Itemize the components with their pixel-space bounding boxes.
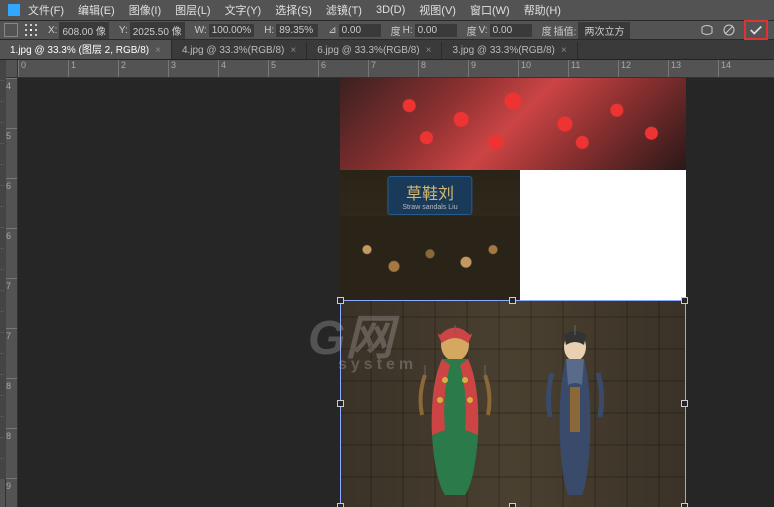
warp-mode-icon[interactable] (700, 23, 714, 37)
y-input[interactable]: 2025.50 像 (130, 22, 185, 39)
document-tab[interactable]: 4.jpg @ 33.3%(RGB/8) × (172, 42, 307, 59)
h-input[interactable]: 89.35% (276, 24, 318, 37)
document-tab-bar: 1.jpg @ 33.3% (图层 2, RGB/8) × 4.jpg @ 33.… (0, 40, 774, 60)
tab-label: 3.jpg @ 33.3%(RGB/8) (452, 45, 554, 56)
vskew-label: V: (479, 25, 488, 36)
image-lanterns (340, 78, 686, 170)
x-input[interactable]: 608.00 像 (59, 22, 108, 39)
image-blank-white (520, 170, 686, 300)
tab-label: 1.jpg @ 33.3% (图层 2, RGB/8) (10, 45, 149, 56)
interp-select[interactable]: 两次立方 (578, 22, 630, 39)
menu-edit[interactable]: 编辑(E) (78, 2, 115, 18)
menu-bar: 文件(F) 编辑(E) 图像(I) 图层(L) 文字(Y) 选择(S) 滤镜(T… (0, 0, 774, 20)
commit-transform-icon[interactable] (749, 23, 763, 37)
active-tool-icon[interactable] (4, 23, 18, 37)
w-input[interactable]: 100.00% (209, 24, 254, 37)
vskew-unit: 度 (542, 23, 552, 38)
close-tab-icon[interactable]: × (155, 45, 161, 56)
menu-view[interactable]: 视图(V) (419, 2, 456, 18)
hskew-input[interactable]: 0.00 (415, 24, 457, 37)
close-tab-icon[interactable]: × (290, 45, 296, 56)
app-icon (8, 4, 20, 16)
menu-help[interactable]: 帮助(H) (524, 2, 561, 18)
shop-sign-en: Straw sandals Liu (402, 204, 457, 211)
h-label: H: (264, 25, 274, 36)
menu-window[interactable]: 窗口(W) (470, 2, 510, 18)
menu-select[interactable]: 选择(S) (275, 2, 312, 18)
artboard: 草鞋刘 Straw sandals Liu (340, 78, 686, 507)
commit-transform-highlight (744, 20, 768, 40)
image-shop: 草鞋刘 Straw sandals Liu (340, 170, 520, 300)
menu-type[interactable]: 文字(Y) (225, 2, 262, 18)
cancel-transform-icon[interactable] (722, 23, 736, 37)
document-tab[interactable]: 6.jpg @ 33.3%(RGB/8) × (307, 42, 442, 59)
image-puppets (340, 300, 686, 507)
tab-label: 6.jpg @ 33.3%(RGB/8) (317, 45, 419, 56)
x-label: X: (48, 25, 57, 36)
vskew-input[interactable]: 0.00 (490, 24, 532, 37)
w-label: W: (195, 25, 207, 36)
close-tab-icon[interactable]: × (426, 45, 432, 56)
hskew-label: H: (403, 25, 413, 36)
angle-label: ⊿ (328, 25, 336, 36)
angle-unit: 度 (391, 23, 401, 38)
document-tab[interactable]: 3.jpg @ 33.3%(RGB/8) × (442, 42, 577, 59)
menu-3d[interactable]: 3D(D) (376, 4, 405, 16)
reference-point-icon[interactable] (24, 23, 38, 37)
y-label: Y: (119, 25, 128, 36)
menu-file[interactable]: 文件(F) (28, 2, 64, 18)
tools-panel[interactable] (0, 60, 6, 507)
interp-label: 插值: (554, 23, 577, 38)
options-bar: X: 608.00 像 Y: 2025.50 像 W: 100.00% H: 8… (0, 20, 774, 40)
menu-layer[interactable]: 图层(L) (175, 2, 210, 18)
tab-label: 4.jpg @ 33.3%(RGB/8) (182, 45, 284, 56)
canvas[interactable]: 草鞋刘 Straw sandals Liu (18, 78, 774, 507)
puppet-left (410, 325, 500, 500)
hskew-unit: 度 (467, 23, 477, 38)
shop-sign: 草鞋刘 Straw sandals Liu (387, 176, 472, 215)
menu-image[interactable]: 图像(I) (129, 2, 161, 18)
ruler-horizontal[interactable]: 01234567891011121314 (18, 60, 774, 78)
puppet-right (540, 325, 610, 500)
document-tab[interactable]: 1.jpg @ 33.3% (图层 2, RGB/8) × (0, 38, 172, 59)
menu-filter[interactable]: 滤镜(T) (326, 2, 362, 18)
workspace: 01234567891011121314 456677889 草鞋刘 Straw… (0, 60, 774, 507)
shop-sign-cn: 草鞋刘 (406, 186, 454, 203)
angle-input[interactable]: 0.00 (339, 24, 381, 37)
close-tab-icon[interactable]: × (561, 45, 567, 56)
